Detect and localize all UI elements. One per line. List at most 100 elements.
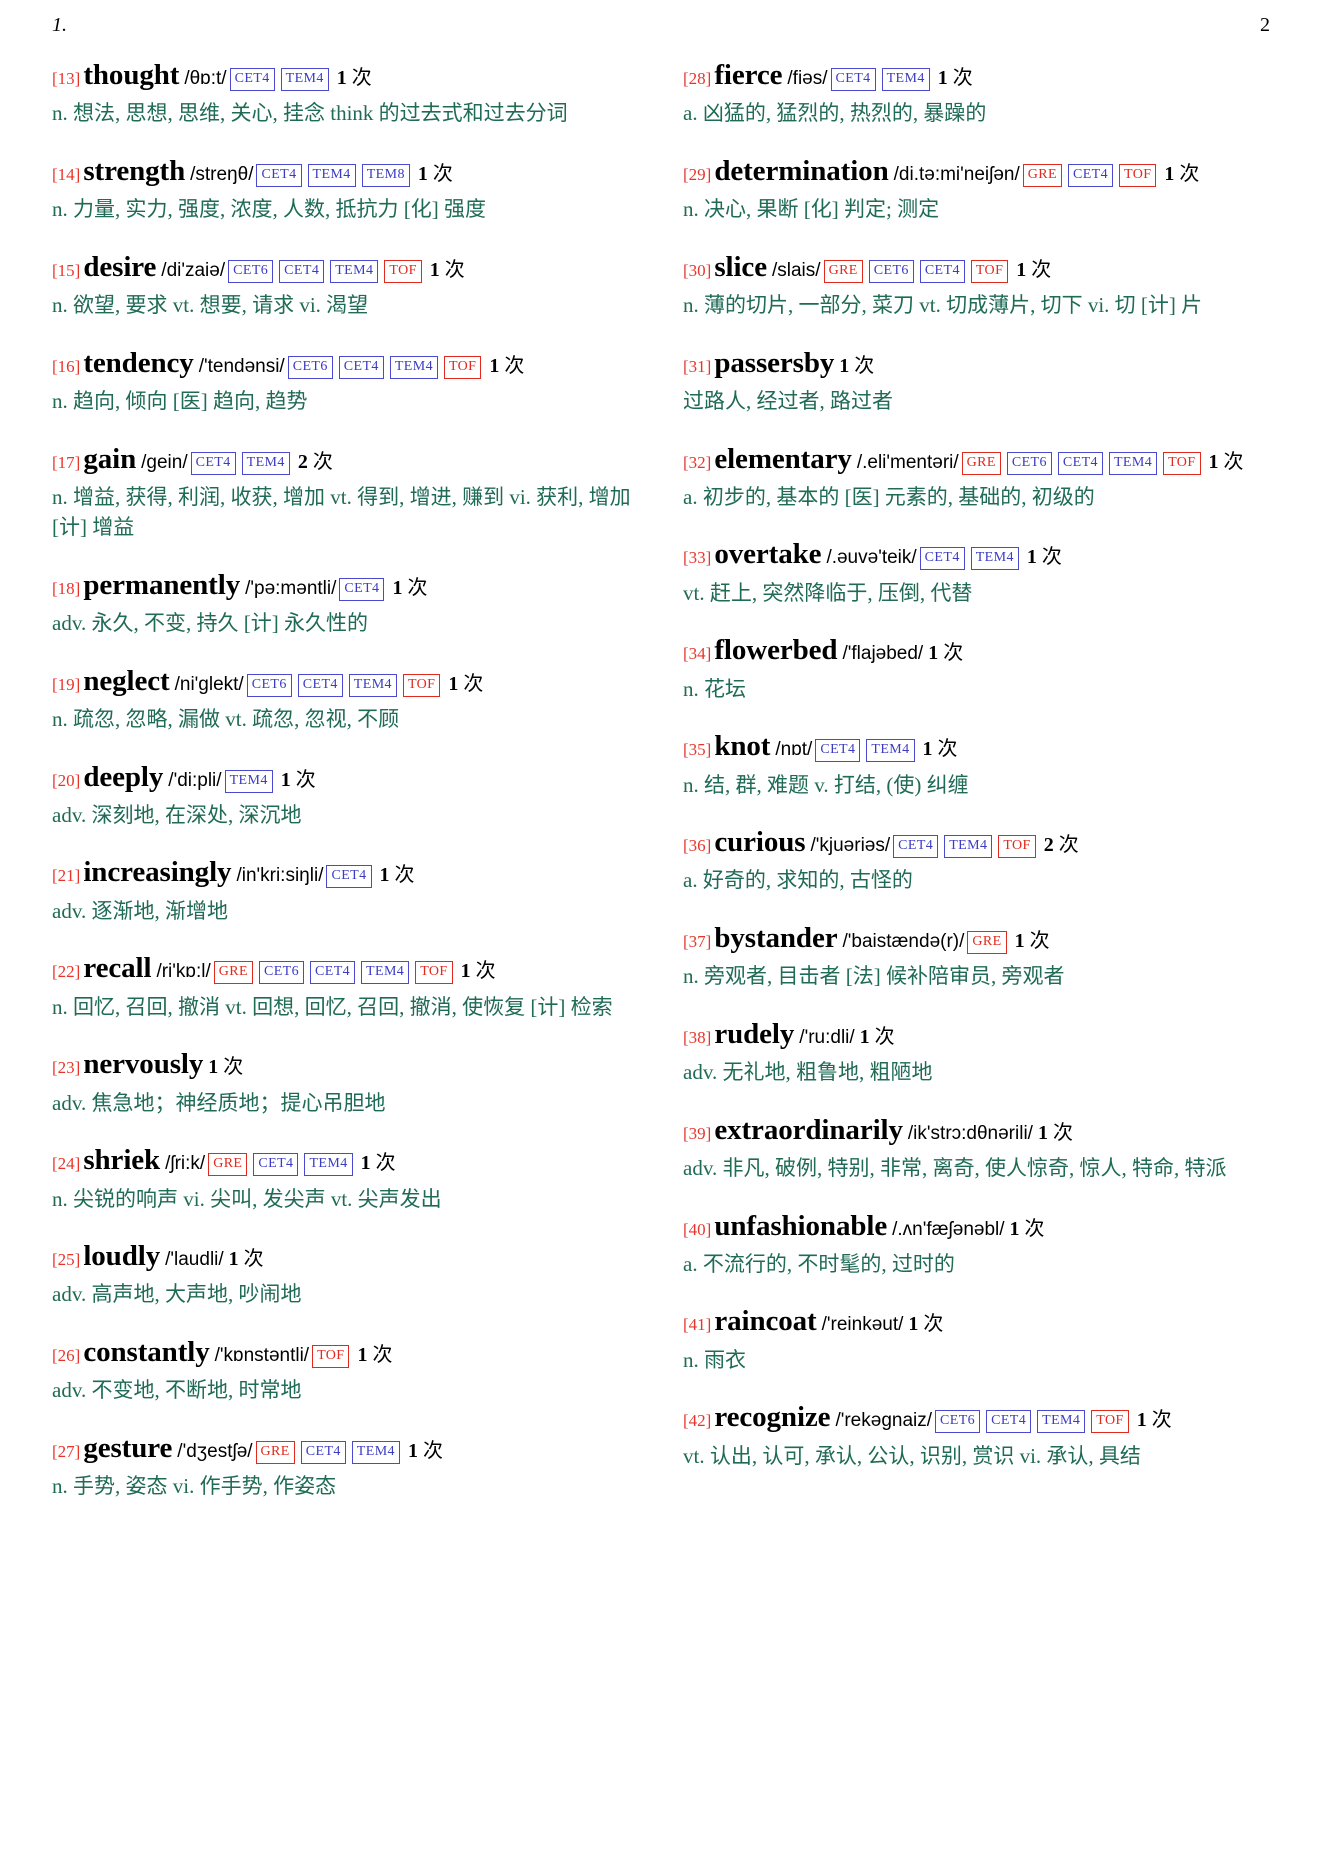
headword[interactable]: loudly [83,1240,160,1272]
headword[interactable]: increasingly [83,856,231,888]
headword[interactable]: elementary [714,443,852,475]
phonetic-transcription: /'rekəgnaiz/ [835,1410,933,1432]
exam-tag-badge: TOF [443,355,482,379]
headword[interactable]: bystander [714,922,837,954]
occurrence-count-unit: 次 [1024,1217,1045,1240]
exam-tag-badge: GRE [208,1153,248,1177]
headword[interactable]: gesture [83,1432,172,1464]
occurrence-count-unit: 次 [943,642,964,665]
entry-index: [28] [683,69,712,88]
entry-headline: [29] determination/di.tə:mi'neiʃən/GRE CET… [683,152,1270,191]
occurrence-count: 1 次 [938,67,973,89]
occurrence-count-unit: 次 [422,1439,443,1462]
phonetic-transcription: /'reinkəut/ [821,1314,904,1336]
exam-tag-badge: CET4 [253,1153,299,1177]
headword[interactable]: nervously [83,1048,203,1080]
headword[interactable]: raincoat [714,1305,816,1337]
headword[interactable]: flowerbed [714,634,837,666]
entry-definition: adv. 非凡, 破例, 特别, 非常, 离奇, 使人惊奇, 惊人, 特命, 特… [683,1156,1227,1181]
occurrence-count-number: 1 [489,354,500,377]
exam-tag-badge: TEM4 [348,673,397,697]
occurrence-count-unit: 次 [394,864,415,887]
phonetic-transcription: /'baistændə(r)/ [842,930,965,952]
occurrence-count-number: 1 [280,768,291,791]
exam-tag-badge: TEM4 [1108,451,1158,475]
headword[interactable]: extraordinarily [714,1114,903,1146]
entry-index: [20] [52,770,81,790]
exam-tag-badge: TOF [415,961,453,985]
headword[interactable]: desire [83,251,156,283]
entry-headline: [17] gain/gein/CET4 TEM4 2 次 [52,440,639,479]
headword[interactable]: constantly [83,1336,209,1368]
headword[interactable]: rudely [714,1018,794,1050]
exam-tag-badge: CET4 [326,865,372,889]
occurrence-count-number: 1 [1164,162,1175,185]
headword[interactable]: recognize [714,1401,830,1433]
headword[interactable]: passersby [714,347,834,379]
headword[interactable]: overtake [714,538,821,570]
exam-tag-badge: TEM4 [241,451,290,475]
exam-tag-badge: CET4 [338,355,384,379]
entry-index: [34] [683,644,712,664]
dictionary-entry: [29] determination/di.tə:mi'neiʃən/GRE CET… [683,152,1270,225]
entry-headline: [42] recognize/'rekəgnaiz/CET6 CET4 TEM4 TOF… [683,1398,1270,1437]
occurrence-count-unit: 次 [407,576,428,599]
occurrence-count: 1 次 [489,355,524,377]
occurrence-count: 1 次 [229,1248,264,1270]
entry-definition: a. 初步的, 基本的 [医] 元素的, 基础的, 初级的 [683,484,1095,509]
entry-headline: [31] passersby 1 次 [683,344,1270,383]
entry-headline: [36] curious/'kjuəriəs/CET4 TEM4 TOF 2 次 [683,823,1270,862]
exam-tag-badge: GRE [1022,163,1062,187]
entry-headline: [20] deeply/'di:pli/TEM4 1 次 [52,758,639,797]
exam-tag-badge: TOF [312,1344,350,1368]
entry-headline: [38] rudely/'ru:dli/1 次 [683,1015,1270,1054]
headword[interactable]: determination [714,155,888,187]
headword[interactable]: fierce [714,59,782,91]
occurrence-count: 1 次 [1209,451,1244,473]
occurrence-count-unit: 次 [351,67,372,89]
headword[interactable]: slice [714,251,767,283]
headword[interactable]: gain [83,443,136,475]
headword[interactable]: thought [83,59,179,91]
headword[interactable]: permanently [83,569,240,601]
exam-tag-badge: TOF [402,673,441,697]
headword[interactable]: tendency [83,347,193,379]
headword[interactable]: neglect [83,665,169,697]
occurrence-count-number: 1 [1016,258,1027,281]
dictionary-entry: [26] constantly/'kɒnstəntli/TOF 1 次 adv. 不变… [52,1333,639,1406]
entry-definition: n. 手势, 姿态 vi. 作手势, 作姿态 [52,1474,337,1499]
occurrence-count: 1 次 [430,259,465,281]
dictionary-entry: [37] bystander/'baistændə(r)/GRE 1 次 n. 旁观者… [683,919,1270,992]
entry-headline: [37] bystander/'baistændə(r)/GRE 1 次 [683,919,1270,958]
entry-index: [22] [52,962,81,982]
phonetic-transcription: /'flajəbed/ [842,643,924,665]
occurrence-count-number: 1 [928,642,939,665]
exam-tag-badge: CET4 [256,163,302,187]
entry-headline: [35] knot/nɒt/CET4 TEM4 1 次 [683,727,1270,766]
exam-tag-badge: CET4 [1067,163,1114,187]
occurrence-count: 1 次 [1027,546,1062,568]
entry-index: [30] [683,260,712,280]
entry-headline: [33] overtake/.əuvə'teik/CET4 TEM4 1 次 [683,535,1270,574]
headword[interactable]: strength [83,155,185,187]
dictionary-entry: [13] thought/θɒ:t/CET4 TEM4 1 次 n. 想法, 思想, 思… [52,56,639,129]
headword[interactable]: shriek [83,1144,160,1176]
dictionary-entry: [25] loudly/'laudli/1 次 adv. 高声地, 大声地, 吵闹地 [52,1237,639,1310]
occurrence-count-unit: 次 [504,354,525,377]
entry-definition: vt. 赶上, 突然降临于, 压倒, 代替 [683,580,973,605]
entry-headline: [39] extraordinarily/ik'strɔ:dθnərili/1 次 [683,1111,1270,1150]
headword[interactable]: knot [714,730,770,762]
entry-headline: [13] thought/θɒ:t/CET4 TEM4 1 次 [52,56,639,95]
exam-tag-badge: TOF [1091,1410,1129,1434]
occurrence-count: 1 次 [337,67,372,89]
occurrence-count-number: 1 [1208,450,1219,473]
entry-index: [13] [52,69,81,88]
headword[interactable]: unfashionable [714,1210,887,1242]
occurrence-count-number: 1 [1014,929,1025,952]
occurrence-count-number: 1 [859,1025,870,1048]
headword[interactable]: recall [83,952,151,984]
headword[interactable]: curious [714,826,805,858]
entry-index: [16] [52,356,81,376]
headword[interactable]: deeply [83,761,163,793]
entry-definition: n. 尖锐的响声 vi. 尖叫, 发尖声 vt. 尖声发出 [52,1186,442,1211]
